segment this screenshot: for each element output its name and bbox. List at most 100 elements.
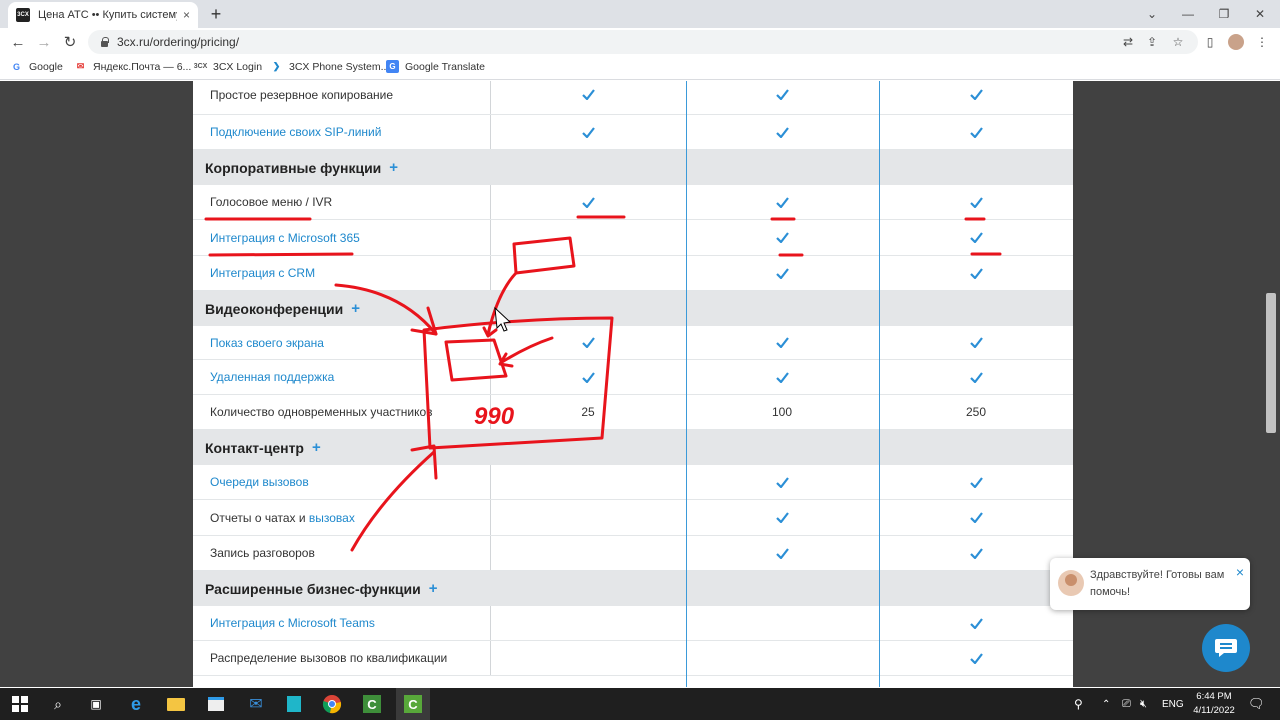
- feature-name: Голосовое меню / IVR: [193, 185, 491, 219]
- feature-link[interactable]: Подключение своих SIP-линий: [210, 125, 381, 139]
- feature-link[interactable]: Microsoft 365: [288, 231, 360, 245]
- lock-icon: [100, 37, 109, 47]
- profile-avatar-icon[interactable]: [1226, 32, 1246, 52]
- bookmark-google-translate[interactable]: G Google Translate: [386, 60, 485, 73]
- reload-icon[interactable]: ↻: [60, 32, 80, 52]
- camtasia-recorder-icon[interactable]: C: [396, 688, 430, 720]
- check-icon: [969, 126, 983, 138]
- plan-cell-c1: [491, 81, 685, 114]
- section-title[interactable]: Контакт-центр +: [193, 430, 593, 465]
- feature-link[interactable]: Интеграция с CRM: [210, 266, 315, 280]
- plan-cell-c2: [685, 465, 879, 499]
- feature-link[interactable]: Удаленная поддержка: [210, 370, 334, 384]
- share-icon[interactable]: ⇪: [1142, 32, 1162, 52]
- plan-value: 250: [965, 405, 987, 419]
- agent-avatar: [1058, 570, 1084, 596]
- windows-start-icon[interactable]: [8, 692, 32, 716]
- section-header[interactable]: Расширенные бизнес-функции +: [193, 571, 1073, 606]
- feature-row: Интеграция с CRM: [193, 256, 1073, 291]
- yandex-mail-icon: ✉: [76, 61, 85, 71]
- feature-link[interactable]: Очереди вызовов: [210, 475, 309, 489]
- back-icon[interactable]: ←: [8, 32, 28, 52]
- check-icon: [969, 617, 983, 629]
- chrome-icon[interactable]: [320, 692, 344, 716]
- menu-icon[interactable]: ⋮: [1252, 32, 1272, 52]
- section-header[interactable]: Корпоративные функции +: [193, 150, 1073, 185]
- check-icon: [775, 267, 789, 279]
- volume-muted-icon[interactable]: 🔇︎: [1140, 688, 1147, 720]
- section-title[interactable]: Расширенные бизнес-функции +: [193, 571, 593, 606]
- restore-icon[interactable]: ❐: [1206, 0, 1242, 28]
- bookmark-google[interactable]: G Google: [10, 60, 63, 73]
- expand-plus-icon[interactable]: +: [351, 300, 360, 317]
- feature-link[interactable]: вызовах: [309, 511, 355, 525]
- bookmark-yandex-mail[interactable]: ✉ Яндекс.Почта — 6...: [74, 60, 192, 73]
- tab-favicon-icon: 3CX: [16, 8, 30, 22]
- camtasia-icon[interactable]: C: [360, 692, 384, 716]
- tray-chevron-icon[interactable]: ⌃: [1102, 688, 1110, 720]
- bookmark-label: Google Translate: [405, 60, 485, 73]
- tab-close-icon[interactable]: ×: [183, 8, 190, 22]
- network-icon[interactable]: ⎚: [1122, 688, 1131, 720]
- app-icon[interactable]: [282, 692, 306, 716]
- check-icon: [969, 337, 983, 348]
- bookmark-3cx-phone[interactable]: ❯ 3CX Phone System...: [270, 60, 390, 73]
- feature-name[interactable]: Интеграция с Microsoft Teams: [193, 606, 491, 640]
- close-window-icon[interactable]: ✕: [1242, 0, 1278, 28]
- feature-name[interactable]: Подключение своих SIP-линий: [193, 115, 491, 149]
- address-bar[interactable]: 3cx.ru/ordering/pricing/: [88, 30, 1198, 54]
- file-explorer-icon[interactable]: [164, 692, 188, 716]
- people-icon[interactable]: ⚲: [1074, 688, 1083, 720]
- browser-tab[interactable]: 3CX Цена АТС •• Купить систему те ×: [8, 2, 198, 28]
- expand-plus-icon[interactable]: +: [389, 159, 398, 176]
- feature-name[interactable]: Удаленная поддержка: [193, 360, 491, 394]
- bookmark-3cx-login[interactable]: 3CX 3CX Login: [194, 60, 262, 73]
- plan-cell-c3: 250: [879, 395, 1073, 429]
- feature-row: Отчеты о чатах и вызовах: [193, 500, 1073, 536]
- chat-popup[interactable]: Здравствуйте! Готовы вам помочь! ×: [1050, 558, 1250, 610]
- taskbar-clock[interactable]: 6:44 PM 4/11/2022: [1186, 690, 1242, 718]
- check-icon: [581, 126, 595, 138]
- search-icon[interactable]: ⌕: [46, 692, 70, 716]
- plan-cell-c2: [685, 115, 879, 149]
- chat-open-button[interactable]: [1202, 624, 1250, 672]
- section-header[interactable]: Видеоконференции +: [193, 291, 1073, 326]
- bookmark-label: 3CX Phone System...: [289, 60, 390, 73]
- chat-close-icon[interactable]: ×: [1236, 564, 1244, 580]
- bookmarks-bar: G Google ✉ Яндекс.Почта — 6... 3CX 3CX L…: [0, 56, 1280, 80]
- feature-name[interactable]: Показ своего экрана: [193, 326, 491, 359]
- new-tab-button[interactable]: +: [206, 4, 226, 24]
- feature-link[interactable]: Показ своего экрана: [210, 336, 324, 350]
- check-icon: [581, 371, 595, 383]
- section-title[interactable]: Видеоконференции +: [193, 291, 593, 326]
- feature-name[interactable]: Интеграция с Microsoft 365: [193, 220, 491, 255]
- section-header[interactable]: Контакт-центр +: [193, 430, 1073, 465]
- store-icon[interactable]: [204, 692, 228, 716]
- section-title[interactable]: Корпоративные функции +: [193, 150, 593, 185]
- tab-search-icon[interactable]: ⌄: [1134, 0, 1170, 28]
- side-panel-icon[interactable]: ▯: [1200, 32, 1220, 52]
- bookmark-star-icon[interactable]: ☆: [1168, 32, 1188, 52]
- clock-time: 6:44 PM: [1196, 691, 1232, 702]
- bookmark-label: 3CX Login: [213, 60, 263, 73]
- feature-name[interactable]: Очереди вызовов: [193, 465, 491, 499]
- feature-name: Отчеты о чатах и вызовах: [193, 500, 491, 535]
- expand-plus-icon[interactable]: +: [429, 580, 438, 597]
- minimize-icon[interactable]: —: [1170, 0, 1206, 28]
- feature-link[interactable]: Интеграция с Microsoft Teams: [210, 616, 375, 630]
- translate-page-icon[interactable]: ⇄: [1118, 32, 1138, 52]
- notifications-icon[interactable]: 🗨︎: [1248, 688, 1265, 720]
- plan-cell-c1: [491, 256, 685, 290]
- edge-icon[interactable]: e: [124, 692, 148, 716]
- mail-icon[interactable]: ✉: [244, 692, 268, 716]
- expand-plus-icon[interactable]: +: [312, 439, 321, 456]
- feature-name[interactable]: Интеграция с CRM: [193, 256, 491, 290]
- check-icon: [969, 652, 983, 664]
- plan-cell-c1: [491, 220, 685, 255]
- url-text: 3cx.ru/ordering/pricing/: [117, 35, 240, 49]
- task-view-icon[interactable]: ▣: [84, 692, 108, 716]
- feature-name: Распределение вызовов по квалификации: [193, 641, 491, 675]
- language-indicator[interactable]: ENG: [1162, 688, 1184, 720]
- forward-icon[interactable]: →: [34, 32, 54, 52]
- page-scrollbar-thumb[interactable]: [1266, 293, 1276, 433]
